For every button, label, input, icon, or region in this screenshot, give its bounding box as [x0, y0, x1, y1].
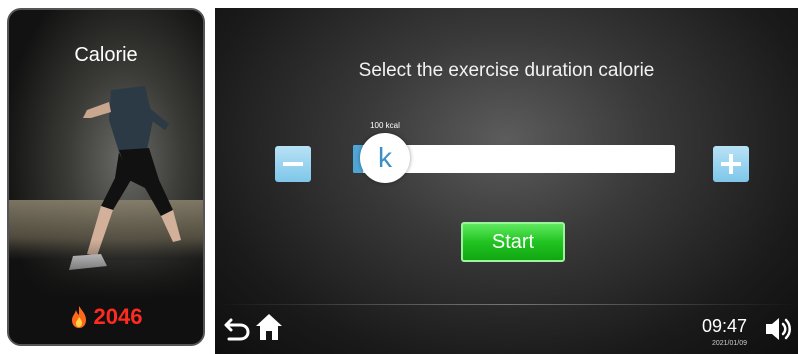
start-button[interactable]: Start — [461, 222, 565, 262]
calorie-setup-panel: Select the exercise duration calorie 100… — [215, 8, 798, 354]
clock-time: 09:47 — [701, 316, 747, 336]
clock-date: 2021/01/09 — [711, 340, 747, 347]
footer-divider — [215, 304, 798, 305]
card-fade — [9, 240, 203, 344]
back-icon[interactable] — [223, 314, 251, 342]
home-icon[interactable] — [255, 312, 283, 342]
plus-icon-vertical — [729, 154, 733, 174]
flame-icon — [71, 306, 86, 328]
slider-handle-text: k — [378, 142, 392, 173]
increase-button[interactable] — [713, 146, 749, 182]
minus-icon — [283, 162, 303, 166]
calorie-value: 2046 — [93, 304, 143, 329]
card-title: Calorie — [74, 44, 138, 66]
decrease-button[interactable] — [275, 146, 311, 182]
workout-mode-card[interactable]: Calorie 2046 — [7, 8, 205, 346]
slider-handle[interactable]: k — [360, 133, 410, 183]
speaker-icon[interactable] — [763, 314, 793, 344]
calorie-readout: 2046 — [9, 304, 203, 330]
page-title: Select the exercise duration calorie — [358, 60, 655, 81]
slider-value-label: 100 kcal — [370, 121, 400, 130]
